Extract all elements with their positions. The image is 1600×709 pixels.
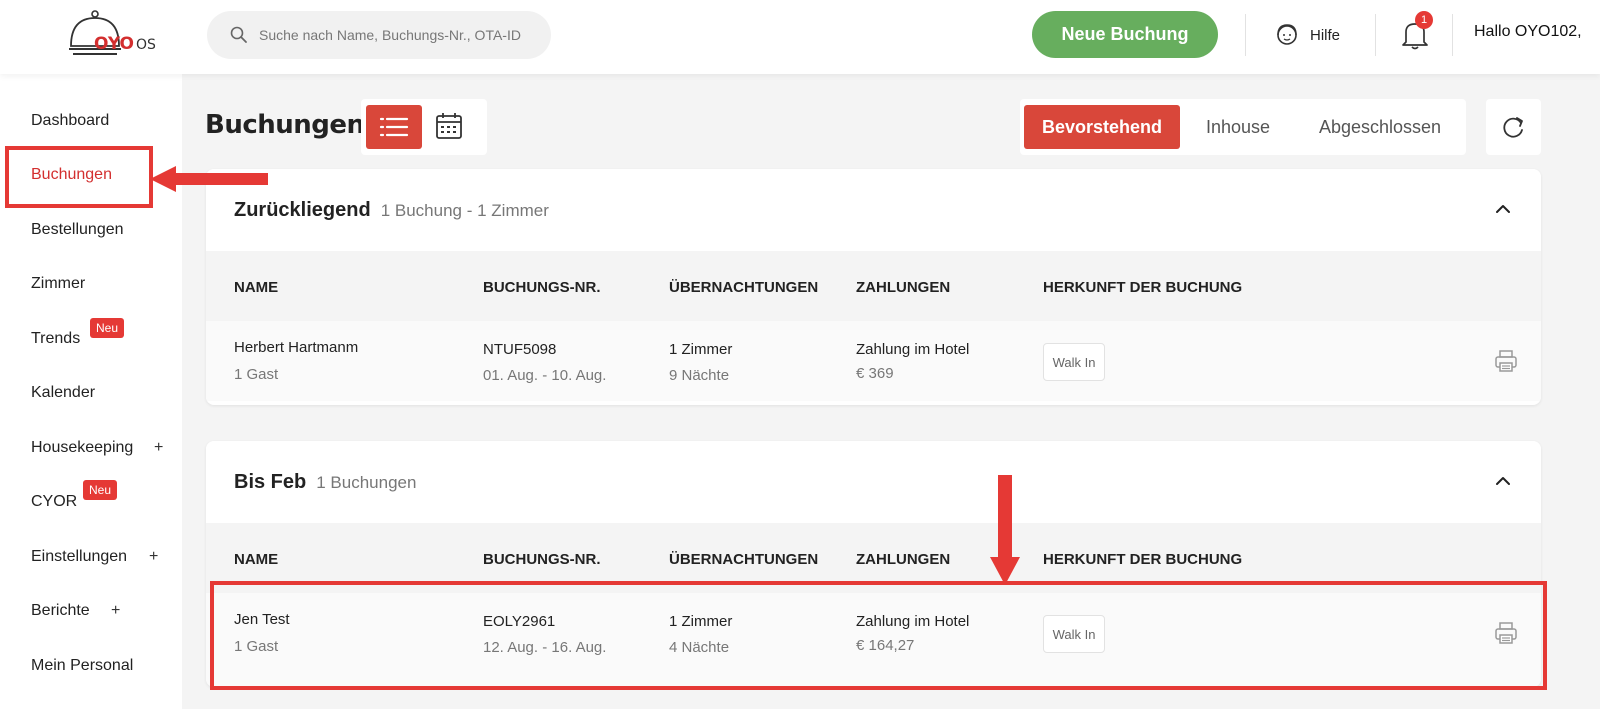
table-header: NAME BUCHUNGS-NR. ÜBERNACHTUNGEN ZAHLUNG… [206, 251, 1541, 321]
expand-plus-icon[interactable]: + [154, 439, 163, 457]
sidebar-item-kalender[interactable]: Kalender [31, 384, 95, 402]
logo-text: OYO OS [94, 34, 156, 54]
group-title-text: Zurückliegend [234, 199, 371, 221]
sidebar-item-mein-personal[interactable]: Mein Personal [31, 657, 133, 675]
sidebar-item-cyor[interactable]: CYOR [31, 493, 77, 511]
group-summary: 1 Buchung - 1 Zimmer [380, 201, 549, 220]
group-header[interactable]: Zurückliegend 1 Buchung - 1 Zimmer [206, 169, 1541, 251]
room-count: 1 Zimmer [669, 341, 733, 358]
group-summary: 1 Buchungen [316, 473, 417, 492]
chevron-up-icon[interactable] [1493, 471, 1513, 491]
sidebar-item-dashboard[interactable]: Dashboard [31, 112, 109, 130]
booking-source-tag: Walk In [1043, 343, 1105, 381]
expand-plus-icon[interactable]: + [149, 548, 158, 566]
page-title: Buchungen [205, 110, 365, 140]
column-header-source: HERKUNFT DER BUCHUNG [1043, 551, 1243, 568]
top-header: OYOOS Neue Buchung Hilfe 1 Hallo OYO102, [0, 0, 1600, 74]
payment-amount: € 369 [856, 365, 894, 382]
oyo-os-logo[interactable]: OYO OS [68, 10, 168, 60]
list-view-button[interactable] [366, 105, 422, 149]
calendar-view-icon[interactable] [434, 111, 464, 141]
refresh-icon [1503, 117, 1523, 138]
header-divider [1245, 14, 1246, 56]
group-header[interactable]: Bis Feb 1 Buchungen [206, 441, 1541, 523]
sidebar-item-bestellungen[interactable]: Bestellungen [31, 221, 124, 239]
guest-count: 1 Gast [234, 366, 279, 383]
header-divider [1452, 14, 1453, 56]
column-header-nights: ÜBERNACHTUNGEN [669, 551, 819, 568]
list-icon [379, 117, 409, 137]
user-greeting[interactable]: Hallo OYO102, [1474, 23, 1582, 41]
new-badge: Neu [83, 480, 118, 500]
search-icon [230, 26, 247, 43]
highlight-box [210, 581, 1547, 690]
column-header-name: NAME [234, 279, 279, 296]
highlight-box [5, 146, 153, 208]
group-title: Zurückliegend 1 Buchung - 1 Zimmer [234, 199, 549, 222]
booking-group-card: Zurückliegend 1 Buchung - 1 Zimmer NAME B… [206, 169, 1541, 405]
logo-oyo-text: OYO [94, 34, 135, 54]
column-header-source: HERKUNFT DER BUCHUNG [1043, 279, 1243, 296]
new-booking-button[interactable]: Neue Buchung [1032, 11, 1218, 58]
column-header-payments: ZAHLUNGEN [856, 551, 951, 568]
column-header-nights: ÜBERNACHTUNGEN [669, 279, 819, 296]
help-link[interactable]: Hilfe [1274, 22, 1340, 48]
header-divider [1375, 14, 1376, 56]
search-bar[interactable] [207, 11, 551, 59]
column-header-name: NAME [234, 551, 279, 568]
expand-plus-icon[interactable]: + [111, 602, 120, 620]
support-agent-icon [1277, 24, 1297, 45]
logo-os-text: OS [136, 37, 156, 53]
new-badge: Neu [90, 318, 125, 338]
chevron-up-icon[interactable] [1493, 199, 1513, 219]
tab-abgeschlossen[interactable]: Abgeschlossen [1300, 105, 1460, 149]
sidebar-item-trends[interactable]: Trends [31, 330, 80, 348]
booking-dates: 01. Aug. - 10. Aug. [483, 367, 607, 384]
guest-name[interactable]: Herbert Hartmanm [234, 339, 358, 356]
help-label: Hilfe [1310, 26, 1341, 44]
night-count: 9 Nächte [669, 367, 730, 384]
column-header-booking-no: BUCHUNGS-NR. [483, 551, 601, 568]
booking-status-tabs: Bevorstehend Inhouse Abgeschlossen [1020, 99, 1466, 155]
sidebar-item-einstellungen[interactable]: Einstellungen [31, 548, 127, 566]
notification-count-badge: 1 [1415, 11, 1433, 29]
group-title: Bis Feb 1 Buchungen [234, 471, 416, 494]
column-header-booking-no: BUCHUNGS-NR. [483, 279, 601, 296]
table-row[interactable]: Herbert Hartmanm 1 Gast NTUF5098 01. Aug… [206, 321, 1541, 401]
down-arrow-icon [990, 475, 1020, 585]
payment-method: Zahlung im Hotel [856, 341, 970, 358]
sidebar-item-housekeeping[interactable]: Housekeeping [31, 439, 133, 457]
printer-icon[interactable] [1493, 348, 1519, 374]
refresh-button[interactable] [1486, 99, 1541, 155]
tab-bevorstehend[interactable]: Bevorstehend [1024, 105, 1180, 149]
view-toggle [361, 99, 487, 155]
sidebar-item-berichte[interactable]: Berichte [31, 602, 90, 620]
left-arrow-icon [150, 166, 268, 192]
group-title-text: Bis Feb [234, 471, 307, 493]
column-header-payments: ZAHLUNGEN [856, 279, 951, 296]
tab-inhouse[interactable]: Inhouse [1188, 105, 1288, 149]
booking-number: NTUF5098 [483, 341, 557, 358]
sidebar-item-zimmer[interactable]: Zimmer [31, 275, 85, 293]
search-input[interactable] [259, 23, 539, 47]
